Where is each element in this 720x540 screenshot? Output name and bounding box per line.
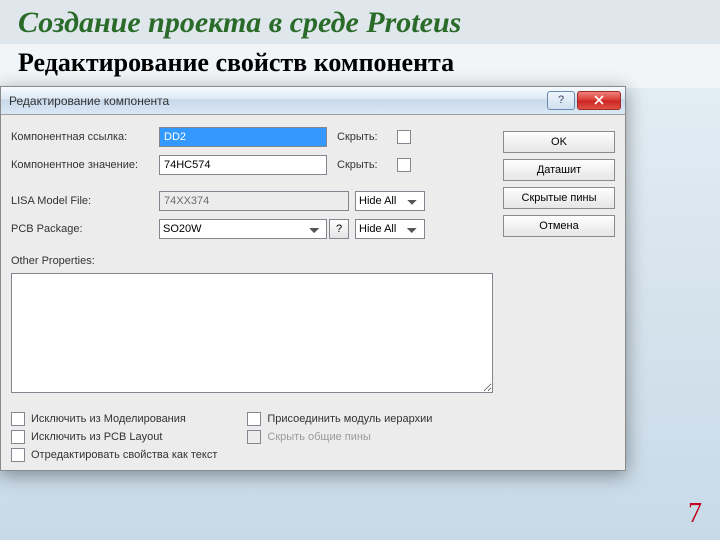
help-button[interactable]: ? bbox=[547, 91, 575, 110]
exclude-pcb-checkbox[interactable] bbox=[11, 430, 25, 444]
hide-ref-label: Скрыть: bbox=[337, 131, 397, 143]
lisa-label: LISA Model File: bbox=[11, 195, 159, 207]
edit-as-text-label: Отредактировать свойства как текст bbox=[31, 449, 217, 461]
hide-value-checkbox[interactable] bbox=[397, 158, 411, 172]
exclude-sim-label: Исключить из Моделирования bbox=[31, 413, 186, 425]
attach-hier-checkbox[interactable] bbox=[247, 412, 261, 426]
pcb-browse-button[interactable]: ? bbox=[329, 219, 349, 239]
hide-common-label: Скрыть общие пины bbox=[267, 431, 370, 443]
cancel-button[interactable]: Отмена bbox=[503, 215, 615, 237]
value-input[interactable] bbox=[159, 155, 327, 175]
ref-input[interactable] bbox=[159, 127, 327, 147]
exclude-sim-checkbox[interactable] bbox=[11, 412, 25, 426]
value-label: Компонентное значение: bbox=[11, 159, 159, 171]
attach-hier-label: Присоединить модуль иерархии bbox=[267, 413, 432, 425]
help-icon: ? bbox=[558, 94, 564, 106]
edit-component-dialog: Редактирование компонента ? Компонентная… bbox=[0, 86, 626, 471]
pcb-select[interactable]: SO20W bbox=[159, 219, 327, 239]
hide-value-label: Скрыть: bbox=[337, 159, 397, 171]
titlebar: Редактирование компонента ? bbox=[1, 87, 625, 115]
exclude-pcb-label: Исключить из PCB Layout bbox=[31, 431, 162, 443]
page-number: 7 bbox=[688, 498, 702, 530]
pcb-label: PCB Package: bbox=[11, 223, 159, 235]
ok-button-label: OK bbox=[551, 136, 567, 148]
other-label: Other Properties: bbox=[11, 255, 493, 267]
hidden-pins-button[interactable]: Скрытые пины bbox=[503, 187, 615, 209]
ok-button[interactable]: OK bbox=[503, 131, 615, 153]
slide-subtitle: Редактирование свойств компонента bbox=[0, 44, 720, 88]
hidden-pins-button-label: Скрытые пины bbox=[522, 192, 597, 204]
pcb-visibility-select[interactable]: Hide All bbox=[355, 219, 425, 239]
datasheet-button[interactable]: Даташит bbox=[503, 159, 615, 181]
lisa-input[interactable] bbox=[159, 191, 349, 211]
cancel-button-label: Отмена bbox=[539, 220, 578, 232]
datasheet-button-label: Даташит bbox=[537, 164, 581, 176]
edit-as-text-checkbox[interactable] bbox=[11, 448, 25, 462]
dialog-title: Редактирование компонента bbox=[9, 94, 547, 108]
hide-common-checkbox bbox=[247, 430, 261, 444]
close-icon bbox=[594, 95, 604, 105]
question-icon: ? bbox=[336, 223, 342, 235]
other-properties-textarea[interactable] bbox=[11, 273, 493, 393]
close-button[interactable] bbox=[577, 91, 621, 110]
hide-ref-checkbox[interactable] bbox=[397, 130, 411, 144]
ref-label: Компонентная ссылка: bbox=[11, 131, 159, 143]
slide-title: Создание проекта в среде Proteus bbox=[0, 0, 720, 44]
lisa-visibility-select[interactable]: Hide All bbox=[355, 191, 425, 211]
